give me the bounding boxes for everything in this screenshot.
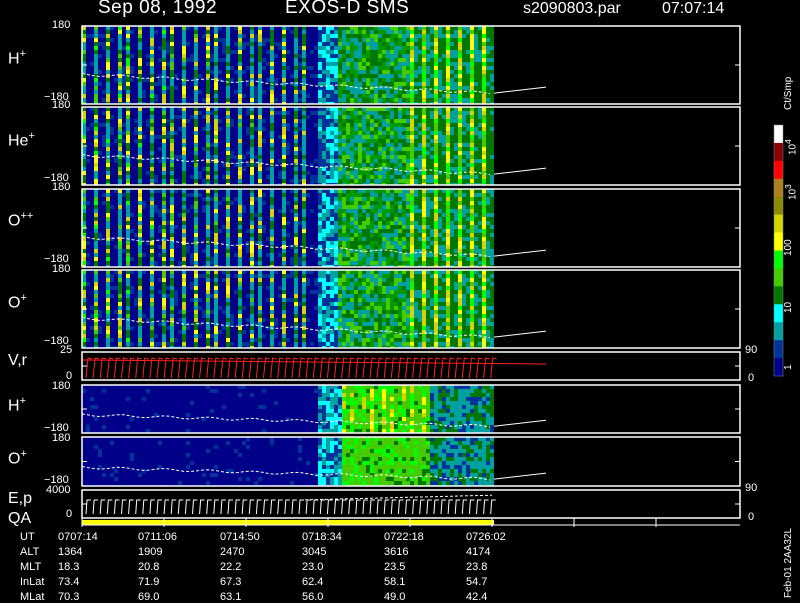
colorbar-tick: 10 [783, 302, 794, 313]
right-tick: 90 [745, 344, 757, 356]
colorbar-tick: 104 [783, 139, 798, 155]
ytick-top: 180 [52, 99, 70, 111]
table-cell: 63.1 [220, 591, 241, 603]
qa-bar [82, 520, 494, 525]
table-cell: 70.3 [58, 591, 79, 603]
panel-bg [82, 352, 740, 380]
panel-label-h-plus: H+ [8, 48, 26, 68]
ytick-top: 4000 [46, 484, 70, 496]
plot-date: Sep 08, 1992 [98, 0, 217, 19]
table-cell: 23.0 [302, 561, 323, 573]
table-cell: 1364 [58, 546, 82, 558]
side-label: Feb-01 2AA32L [783, 528, 794, 598]
table-cell: 49.0 [384, 591, 405, 603]
colorbar-swatch [774, 358, 783, 376]
table-cell: 4174 [466, 546, 490, 558]
colorbar-swatch [774, 251, 783, 269]
table-cell: 3045 [302, 546, 326, 558]
table-cell: 23.8 [466, 561, 487, 573]
table-cell: 0711:06 [138, 531, 177, 543]
table-cell: 62.4 [302, 576, 323, 588]
table-row-label: MLat [20, 591, 44, 603]
right-tick: 0 [748, 511, 754, 523]
ytick-top: 180 [52, 432, 70, 444]
table-cell: 58.1 [384, 576, 405, 588]
panel-label-he-plus: He+ [8, 130, 35, 150]
plot-time: 07:07:14 [662, 0, 724, 18]
table-cell: 0714:50 [220, 531, 260, 543]
table-cell: 2470 [220, 546, 244, 558]
table-row-label: ALT [20, 546, 39, 558]
table-row-label: MLT [20, 561, 41, 573]
table-cell: 0722:18 [384, 531, 424, 543]
table-cell: 54.7 [466, 576, 487, 588]
right-tick: 90 [745, 482, 757, 494]
panel-label-ep: E,p [8, 490, 32, 508]
table-cell: 0718:34 [302, 531, 342, 543]
colorbar-swatch [774, 322, 783, 340]
colorbar-swatch [774, 179, 783, 197]
plot-file: s2090803.par [523, 0, 621, 18]
panel-label-qa: QA [8, 510, 31, 528]
table-cell: 20.8 [138, 561, 159, 573]
colorbar-swatch [774, 161, 783, 179]
colorbar-swatch [774, 197, 783, 215]
panel-label-o-plus-2: O+ [8, 448, 27, 468]
colorbar-swatch [774, 340, 783, 358]
table-cell: 69.0 [138, 591, 159, 603]
colorbar-swatch [774, 215, 783, 233]
table-cell: 0726:02 [466, 531, 506, 543]
panel-label-vr: V,r [8, 352, 27, 370]
colorbar-swatch [774, 286, 783, 304]
colorbar-swatch [774, 143, 783, 161]
table-cell: 71.9 [138, 576, 159, 588]
panel-label-h-plus-2: H+ [8, 395, 26, 415]
colorbar-unit: Ct/Smp [783, 77, 794, 110]
panel-label-o-plusplus: O++ [8, 210, 33, 230]
ytick-top: 180 [52, 380, 70, 392]
table-cell: 56.0 [302, 591, 323, 603]
table-cell: 3616 [384, 546, 408, 558]
ytick-top: 180 [52, 181, 70, 193]
table-cell: 18.3 [58, 561, 79, 573]
panel-label-o-plus: O+ [8, 292, 27, 312]
colorbar-tick: 1 [783, 364, 794, 370]
table-cell: 0707:14 [58, 531, 98, 543]
table-cell: 1909 [138, 546, 162, 558]
ytick-top: 25 [60, 344, 72, 356]
table-cell: 67.3 [220, 576, 241, 588]
ytick-bottom: 0 [66, 508, 72, 520]
ytick-top: 180 [52, 263, 70, 275]
table-cell: 23.5 [384, 561, 405, 573]
spectrogram-plot [0, 0, 800, 600]
table-cell: 22.2 [220, 561, 241, 573]
right-tick: 0 [748, 372, 754, 384]
colorbar-swatch [774, 125, 783, 143]
colorbar-tick: 103 [783, 184, 798, 200]
colorbar-swatch [774, 304, 783, 322]
table-cell: 73.4 [58, 576, 79, 588]
ytick-top: 180 [52, 19, 70, 31]
plot-instrument: EXOS-D SMS [285, 0, 409, 19]
table-row-label: UT [20, 531, 35, 543]
table-cell: 42.4 [466, 591, 487, 603]
panel-bg [82, 490, 740, 518]
table-row-label: InLat [20, 576, 44, 588]
colorbar-swatch [774, 268, 783, 286]
colorbar-tick: 100 [783, 239, 794, 256]
colorbar-swatch [774, 233, 783, 251]
